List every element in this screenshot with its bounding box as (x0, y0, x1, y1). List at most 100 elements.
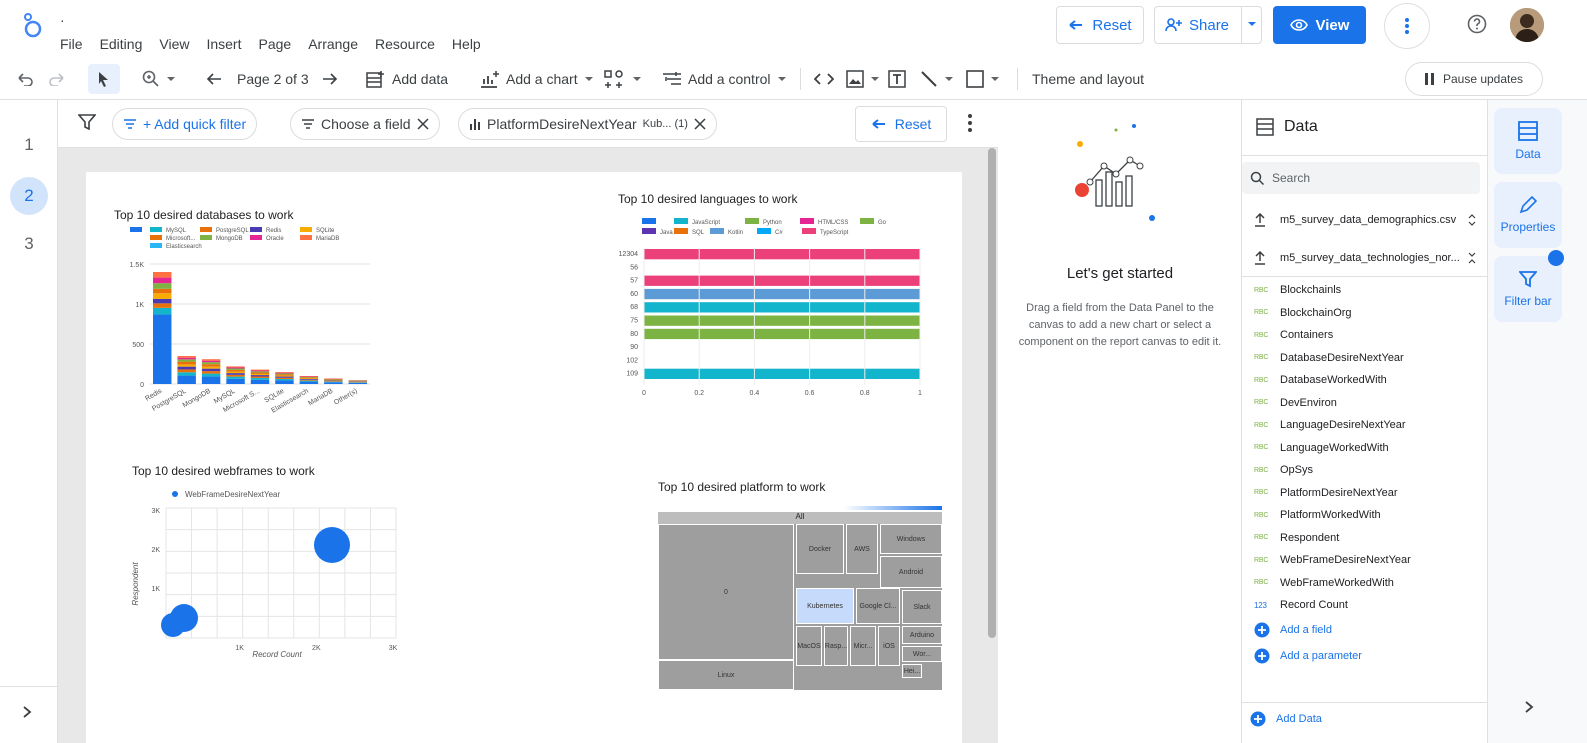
page-thumb-1[interactable]: 1 (10, 126, 48, 164)
field-item[interactable]: RBC LanguageWorkedWith (1254, 438, 1389, 458)
share-button[interactable]: Share (1154, 6, 1262, 44)
collapse-icon[interactable] (1468, 252, 1476, 264)
treemap-cell[interactable]: Android (880, 556, 942, 588)
legend-swatch (860, 218, 874, 224)
treemap-cell[interactable]: iOS (878, 626, 900, 666)
text-box-icon[interactable] (888, 58, 906, 100)
add-data-button[interactable]: Add Data (1250, 709, 1322, 729)
shape-icon[interactable] (966, 58, 1000, 100)
treemap-cell[interactable]: Arduino (902, 626, 942, 644)
languages-chart[interactable]: Top 10 desired languages to work JavaScr… (610, 186, 940, 416)
databases-chart[interactable]: Top 10 desired databases to work MySQL Po… (106, 202, 396, 432)
field-item[interactable]: RBC WebFrameWorkedWith (1254, 573, 1394, 593)
looker-studio-logo-icon[interactable] (22, 12, 44, 38)
field-item[interactable]: RBC DevEnviron (1254, 393, 1337, 413)
add-quick-filter-button[interactable]: + Add quick filter (112, 108, 258, 140)
redo-icon[interactable] (48, 58, 66, 100)
treemap-cell[interactable]: Hei... (902, 664, 922, 678)
field-item[interactable]: RBC PlatformDesireNextYear (1254, 483, 1398, 503)
treemap-cell[interactable]: MacOS (796, 626, 822, 666)
embed-code-icon[interactable] (814, 58, 834, 100)
treemap-cell[interactable]: Linux (658, 660, 794, 690)
menu-page[interactable]: Page (258, 36, 291, 52)
webframes-chart[interactable]: Top 10 desired webframes to work WebFram… (126, 460, 416, 700)
more-vert-icon[interactable] (968, 114, 972, 132)
expand-pages-icon[interactable] (22, 705, 32, 719)
treemap-cell[interactable]: Rasp... (824, 626, 848, 666)
add-chart-button[interactable]: Add a chart (480, 58, 594, 100)
treemap-cell[interactable]: Windows (880, 524, 942, 554)
field-item[interactable]: RBC DatabaseDesireNextYear (1254, 348, 1404, 368)
close-icon[interactable] (694, 118, 706, 130)
treemap-cell[interactable]: Micr... (850, 626, 876, 666)
caret-down-icon[interactable] (1247, 19, 1257, 29)
field-item[interactable]: RBC WebFrameDesireNextYear (1254, 550, 1411, 570)
report-title[interactable]: · (60, 12, 65, 28)
view-button[interactable]: View (1273, 6, 1366, 44)
field-item[interactable]: RBC BlockchainOrg (1254, 303, 1352, 323)
zoom-icon[interactable] (142, 58, 176, 100)
menu-resource[interactable]: Resource (375, 36, 435, 52)
menu-arrange[interactable]: Arrange (308, 36, 358, 52)
menu-insert[interactable]: Insert (206, 36, 241, 52)
rail-filterbar-button[interactable]: Filter bar (1494, 256, 1562, 322)
add-control-button[interactable]: Add a control (662, 58, 787, 100)
platform-treemap[interactable]: Top 10 desired platform to work All 0 Lin… (652, 478, 952, 698)
canvas-scrollbar[interactable] (988, 148, 996, 638)
table-icon (1518, 121, 1538, 141)
search-input[interactable]: Search (1242, 162, 1480, 194)
data-panel: Data Search m5_survey_data_demographics.… (1242, 100, 1488, 743)
reset-button[interactable]: Reset (1056, 6, 1144, 44)
add-parameter-button[interactable]: Add a parameter (1254, 646, 1362, 666)
add-chart-icon (480, 70, 500, 88)
treemap-cell[interactable]: Wor... (902, 646, 942, 662)
data-source-2[interactable]: m5_survey_data_technologies_nor... (1254, 248, 1480, 268)
field-item[interactable]: RBC OpSys (1254, 460, 1313, 480)
menu-help[interactable]: Help (452, 36, 481, 52)
pause-updates-button[interactable]: Pause updates (1405, 62, 1543, 96)
add-data-button[interactable]: Add data (366, 58, 448, 100)
sort-icon[interactable] (1468, 214, 1476, 226)
platform-filter-chip[interactable]: PlatformDesireNextYear Kub... (1) (458, 108, 717, 140)
field-item[interactable]: RBC PlatformWorkedWith (1254, 505, 1381, 525)
close-icon[interactable] (416, 118, 429, 130)
avatar[interactable] (1510, 8, 1544, 42)
treemap-cell[interactable]: 0 (658, 524, 794, 660)
field-item[interactable]: RBC DatabaseWorkedWith (1254, 370, 1387, 390)
more-vert-icon[interactable] (1384, 3, 1430, 49)
help-icon[interactable] (1467, 14, 1487, 34)
menu-view[interactable]: View (159, 36, 189, 52)
undo-icon[interactable] (16, 58, 34, 100)
filter-funnel-icon[interactable] (78, 114, 96, 130)
collapse-rail-icon[interactable] (1524, 700, 1534, 714)
treemap-cell[interactable]: Docker (796, 524, 844, 574)
data-source-1[interactable]: m5_survey_data_demographics.csv (1254, 210, 1480, 230)
image-icon[interactable] (846, 58, 880, 100)
menu-editing[interactable]: Editing (100, 36, 143, 52)
field-record-count[interactable]: 123 Record Count (1254, 595, 1348, 615)
menu-file[interactable]: File (60, 36, 83, 52)
theme-layout-button[interactable]: Theme and layout (1032, 58, 1144, 100)
line-icon[interactable] (920, 58, 954, 100)
next-page-icon[interactable] (322, 58, 338, 100)
field-item[interactable]: RBC Respondent (1254, 528, 1339, 548)
page-thumb-3[interactable]: 3 (10, 225, 48, 263)
treemap-cell[interactable]: Kubernetes (796, 588, 854, 624)
choose-field-chip[interactable]: Choose a field (290, 108, 440, 140)
field-item[interactable]: RBC LanguageDesireNextYear (1254, 415, 1406, 435)
rail-data-button[interactable]: Data (1494, 108, 1562, 174)
community-viz-icon[interactable] (604, 58, 642, 100)
select-cursor-icon[interactable] (88, 64, 120, 94)
prev-page-icon[interactable] (206, 58, 222, 100)
page-thumb-2[interactable]: 2 (10, 177, 48, 215)
treemap-cell[interactable]: AWS (846, 524, 878, 574)
rail-properties-button[interactable]: Properties (1494, 182, 1562, 248)
add-field-button[interactable]: Add a field (1254, 620, 1332, 640)
treemap-cell[interactable]: Google Cl... (856, 588, 900, 624)
field-item[interactable]: RBC Containers (1254, 325, 1333, 345)
field-item[interactable]: RBC Blockchainls (1254, 280, 1341, 300)
get-started-title: Let's get started (1066, 265, 1174, 282)
divider (1242, 702, 1488, 703)
filter-reset-button[interactable]: Reset (855, 106, 947, 142)
treemap-cell[interactable]: Slack (902, 590, 942, 624)
